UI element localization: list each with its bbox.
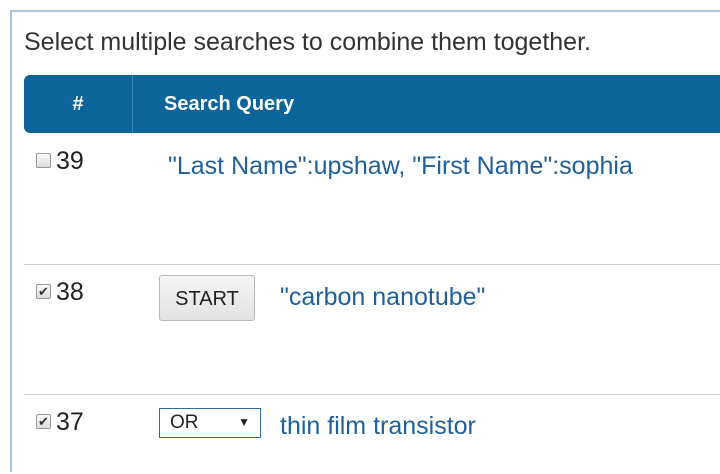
- search-history-panel: Select multiple searches to combine them…: [10, 10, 720, 472]
- row-number: 37: [56, 408, 84, 436]
- row-number: 38: [56, 278, 84, 306]
- operator-select-value: OR: [170, 412, 199, 433]
- table-header: # Search Query: [24, 75, 720, 133]
- caret-down-icon: ▼: [238, 415, 250, 429]
- row-select-checkbox[interactable]: ✔: [36, 284, 51, 299]
- checkmark-icon: ✔: [38, 284, 49, 299]
- row-select-checkbox[interactable]: ✔: [36, 414, 51, 429]
- search-query-link[interactable]: "Last Name":upshaw, "First Name":sophia: [168, 152, 633, 181]
- operator-select[interactable]: OR ▼: [159, 408, 261, 438]
- table-row: ✔ 37 OR ▼ thin film transistor: [24, 394, 720, 474]
- checkmark-icon: ✔: [38, 414, 49, 429]
- header-search-query: Search Query: [164, 93, 295, 115]
- instructions-text: Select multiple searches to combine them…: [24, 28, 591, 56]
- start-button[interactable]: START: [159, 275, 255, 321]
- search-query-link[interactable]: thin film transistor: [280, 412, 476, 441]
- row-select-checkbox[interactable]: [36, 153, 51, 168]
- row-number: 39: [56, 147, 84, 175]
- search-query-link[interactable]: "carbon nanotube": [280, 283, 485, 312]
- table-row: 39 "Last Name":upshaw, "First Name":soph…: [24, 133, 720, 265]
- header-number: #: [24, 75, 133, 133]
- table-row: ✔ 38 START "carbon nanotube": [24, 264, 720, 395]
